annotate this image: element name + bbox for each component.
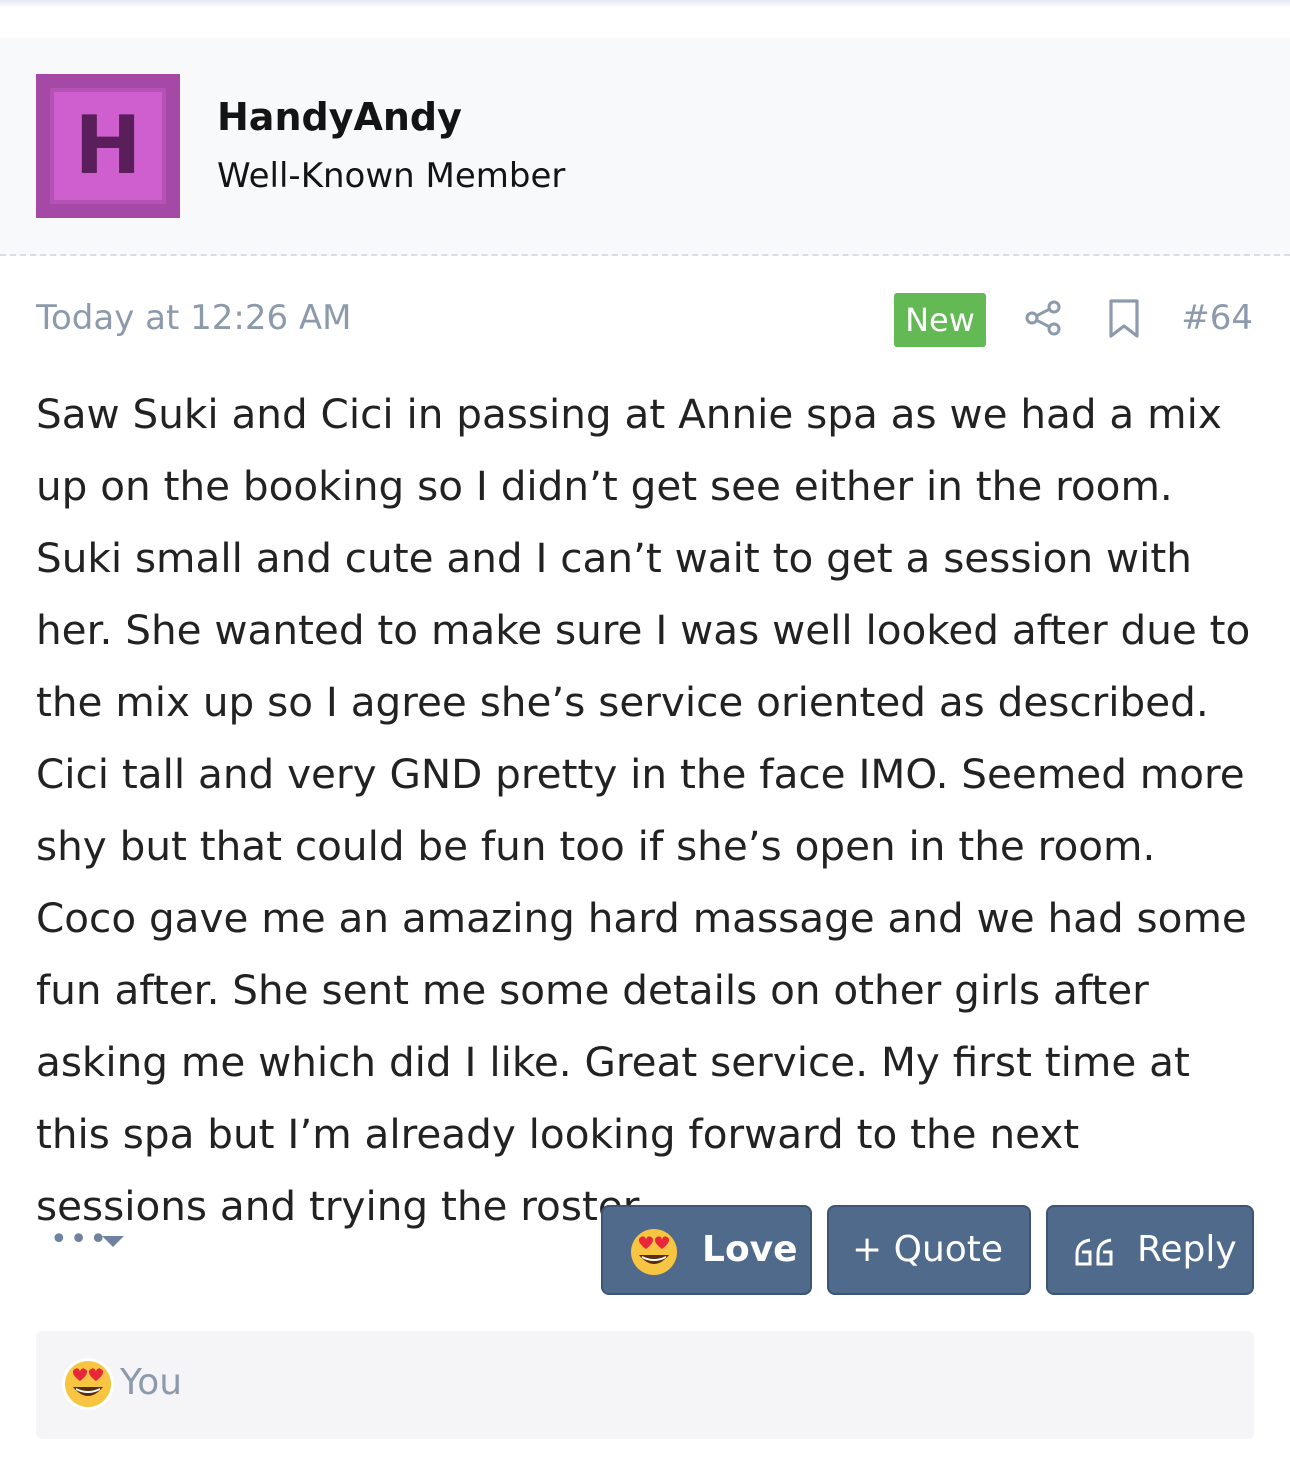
quote-marks-icon: [1075, 1238, 1113, 1266]
reactions-bar[interactable]: You: [36, 1331, 1254, 1439]
love-reaction-button[interactable]: Love: [601, 1205, 812, 1295]
reaction-users-link[interactable]: You: [120, 1362, 182, 1403]
avatar-letter: H: [74, 99, 142, 192]
post-number-link[interactable]: #64: [1181, 298, 1253, 338]
more-options-menu[interactable]: •••: [50, 1220, 130, 1260]
user-title: Well-Known Member: [217, 156, 566, 196]
top-strip: [0, 0, 1290, 38]
quote-button[interactable]: + Quote: [827, 1205, 1031, 1295]
post-date[interactable]: Today at 12:26 AM: [36, 298, 352, 338]
heart-eyes-emoji-icon: [631, 1229, 677, 1275]
more-dots-icon: •••: [50, 1222, 110, 1257]
love-button-label: Love: [702, 1229, 798, 1270]
username-link[interactable]: HandyAndy: [217, 95, 462, 139]
heart-eyes-emoji-icon: [62, 1358, 114, 1410]
reply-button[interactable]: Reply: [1046, 1205, 1254, 1295]
top-edge: [0, 0, 1290, 8]
avatar[interactable]: H: [36, 74, 180, 218]
post-message-body: Saw Suki and Cici in passing at Annie sp…: [36, 390, 1251, 1230]
bookmark-icon[interactable]: [1106, 298, 1142, 340]
chevron-down-icon: [102, 1236, 124, 1247]
share-icon[interactable]: [1023, 298, 1063, 338]
quote-button-label: + Quote: [852, 1229, 1004, 1270]
reply-button-label: Reply: [1137, 1229, 1237, 1270]
new-badge: New: [894, 293, 986, 347]
post-user-header: H HandyAndy Well-Known Member: [0, 38, 1290, 256]
